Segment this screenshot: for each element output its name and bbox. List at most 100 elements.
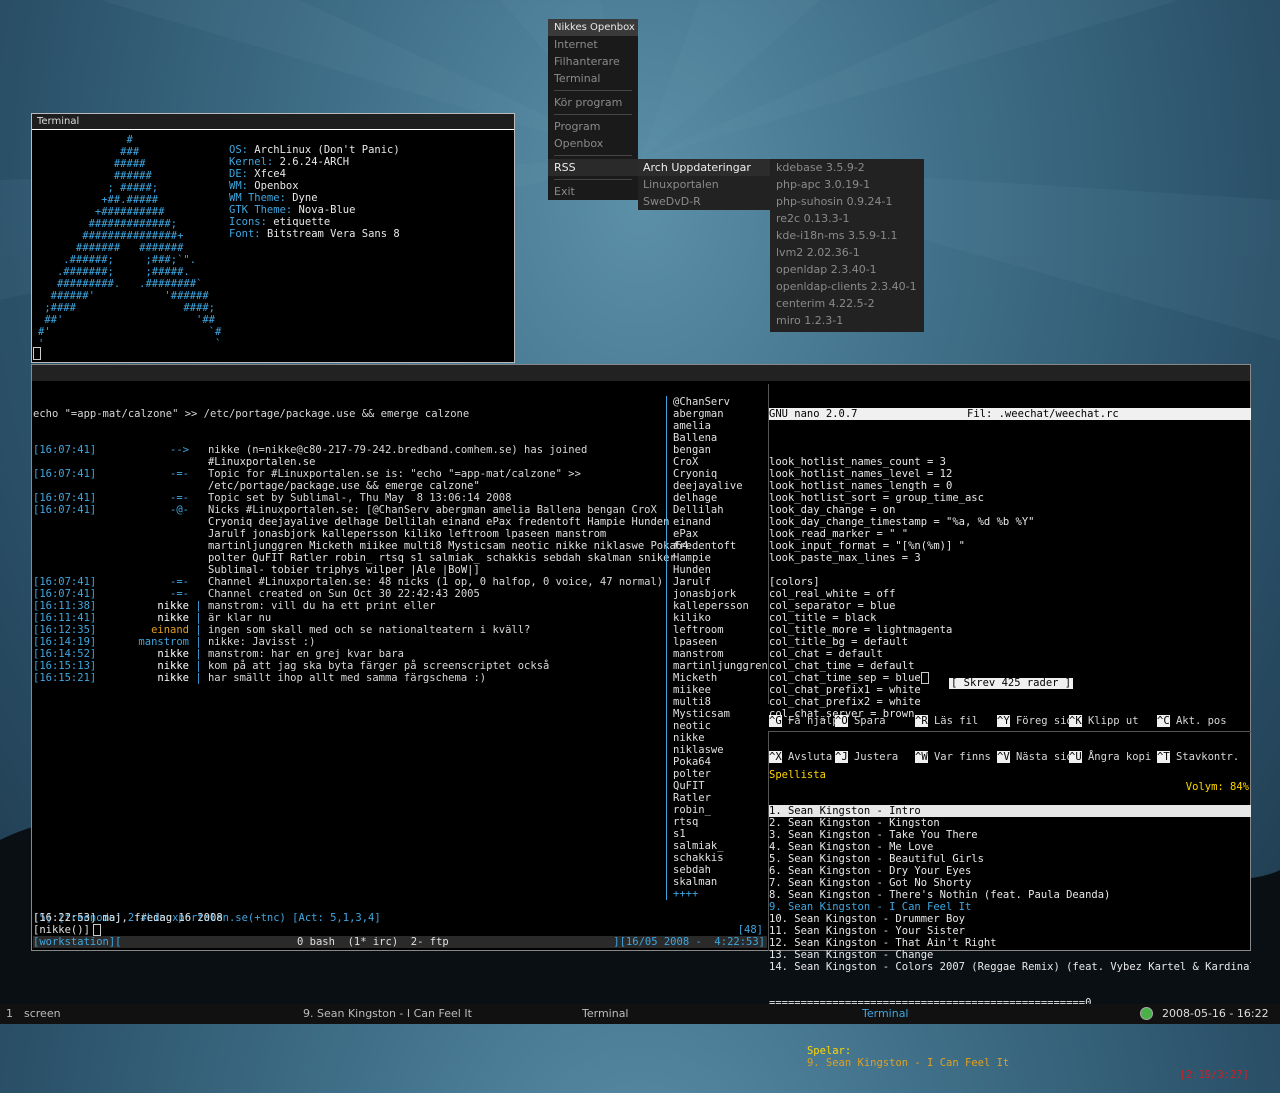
clock-icon[interactable] [1140, 1007, 1153, 1020]
nicklist-item[interactable]: Ballena [667, 432, 769, 444]
nicklist-item[interactable]: lpaseen [667, 636, 769, 648]
nicklist-item[interactable]: Poka64 [667, 756, 769, 768]
arch-update-item[interactable]: centerim 4.22.5-2 [770, 295, 924, 312]
nicklist-item[interactable]: Cryoniq [667, 468, 769, 480]
menu-item[interactable]: Exit [548, 183, 638, 200]
openbox-root-menu[interactable]: Nikkes Openbox Internet Filhanterare Termi… [548, 19, 638, 200]
arch-update-item[interactable]: php-suhosin 0.9.24-1 [770, 193, 924, 210]
terminal-titlebar[interactable] [32, 365, 1250, 381]
playlist-item[interactable]: 1. Sean Kingston - Intro [769, 805, 1251, 817]
playlist-item[interactable]: 8. Sean Kingston - There's Nothin (feat.… [769, 889, 1251, 901]
nicklist-item[interactable]: martinljunggren [667, 660, 769, 672]
irc-nick[interactable]: nikke [157, 600, 189, 612]
nicklist-item[interactable]: delhage [667, 492, 769, 504]
irc-nick[interactable]: nikke [157, 660, 189, 672]
playlist-item[interactable]: 11. Sean Kingston - Your Sister [769, 925, 1251, 937]
desktop-number[interactable]: 1 [6, 1004, 13, 1024]
playlist-item[interactable]: 4. Sean Kingston - Me Love [769, 841, 1251, 853]
irc-nick[interactable]: manstrom [138, 636, 189, 648]
music-player-pane[interactable]: Spellista Volym: 84% 1. Sean Kingston - … [768, 731, 1251, 1081]
nicklist-item[interactable]: s1 [667, 828, 769, 840]
nicklist-item[interactable]: rtsq [667, 816, 769, 828]
menu-item[interactable]: RSS [548, 159, 638, 176]
taskbar-task-terminal-active[interactable]: Terminal [862, 1004, 909, 1024]
nicklist-item[interactable]: fredentoft [667, 540, 769, 552]
taskbar-task-terminal[interactable]: Terminal [582, 1004, 629, 1024]
rss-menu-item[interactable]: Linuxportalen [638, 176, 770, 193]
menu-item[interactable]: Filhanterare [548, 53, 638, 70]
irc-nicklist[interactable]: @ChanServ abergman amelia Ballena bengan CroX… [666, 396, 769, 904]
nicklist-item[interactable]: Dellilah [667, 504, 769, 516]
nicklist-item[interactable]: Hampie [667, 552, 769, 564]
screen-window-list[interactable]: 0 bash (1* irc) 2- ftp [297, 936, 449, 948]
nicklist-item[interactable]: nikke [667, 732, 769, 744]
arch-update-item[interactable]: miro 1.2.3-1 [770, 312, 924, 329]
taskbar[interactable]: 1 screen 9. Sean Kingston - I Can Feel I… [0, 1004, 1280, 1024]
nicklist-item[interactable]: kiliko [667, 612, 769, 624]
taskbar-task-player[interactable]: 9. Sean Kingston - I Can Feel It [303, 1004, 472, 1024]
arch-update-item[interactable]: lvm2 2.02.36-1 [770, 244, 924, 261]
nicklist-item[interactable]: leftroom [667, 624, 769, 636]
playlist-item[interactable]: 14. Sean Kingston - Colors 2007 (Reggae … [769, 961, 1251, 973]
menu-item[interactable]: Openbox [548, 135, 638, 152]
nicklist-item[interactable]: sebdah [667, 864, 769, 876]
nicklist-item[interactable]: skalman [667, 876, 769, 888]
nicklist-item[interactable]: Ratler [667, 792, 769, 804]
playlist[interactable]: 1. Sean Kingston - Intro 2. Sean Kingston… [769, 805, 1251, 973]
screen-terminal-window[interactable]: echo "=app-mat/calzone" >> /etc/portage/… [31, 364, 1251, 1081]
nicklist-item[interactable]: Micketh [667, 672, 769, 684]
nicklist-item[interactable]: ++++ [667, 888, 769, 900]
arch-updates-submenu[interactable]: kdebase 3.5.9-2 php-apc 3.0.19-1 php-suhos… [770, 159, 924, 332]
nicklist-item[interactable]: miikee [667, 684, 769, 696]
nicklist-item[interactable]: niklaswe [667, 744, 769, 756]
rss-menu-item[interactable]: Arch Uppdateringar [638, 159, 770, 176]
irc-nick[interactable]: nikke [157, 648, 189, 660]
menu-item[interactable]: Internet [548, 36, 638, 53]
screen-statusbar[interactable]: [workstation][ 0 bash (1* irc) 2- ftp ][… [33, 936, 767, 948]
arch-update-item[interactable]: re2c 0.13.3-1 [770, 210, 924, 227]
nicklist-item[interactable]: Jarulf [667, 576, 769, 588]
nicklist-item[interactable]: jonasbjork [667, 588, 769, 600]
nicklist-item[interactable]: einand [667, 516, 769, 528]
playlist-item[interactable]: 5. Sean Kingston - Beautiful Girls [769, 853, 1251, 865]
playlist-item[interactable]: 9. Sean Kingston - I Can Feel It [769, 901, 1251, 913]
playlist-item[interactable]: 3. Sean Kingston - Take You There [769, 829, 1251, 841]
playlist-item[interactable]: 2. Sean Kingston - Kingston [769, 817, 1251, 829]
playlist-item[interactable]: 10. Sean Kingston - Drummer Boy [769, 913, 1251, 925]
nicklist-item[interactable]: robin_ [667, 804, 769, 816]
playlist-item[interactable]: 7. Sean Kingston - Got No Shorty [769, 877, 1251, 889]
nicklist-item[interactable]: manstrom [667, 648, 769, 660]
nicklist-item[interactable]: bengan [667, 444, 769, 456]
arch-update-item[interactable]: openldap 2.3.40-1 [770, 261, 924, 278]
nicklist-item[interactable]: polter [667, 768, 769, 780]
playlist-item[interactable]: 12. Sean Kingston - That Ain't Right [769, 937, 1251, 949]
arch-update-item[interactable]: kde-i18n-ms 3.5.9-1.1 [770, 227, 924, 244]
nicklist-item[interactable]: @ChanServ [667, 396, 769, 408]
nicklist-item[interactable]: salmiak_ [667, 840, 769, 852]
menu-item[interactable]: Program [548, 118, 638, 135]
menu-item[interactable]: Terminal [548, 70, 638, 87]
taskbar-clock[interactable]: 2008-05-16 - 16:22 [1162, 1004, 1269, 1024]
nicklist-item[interactable]: schakkis [667, 852, 769, 864]
nicklist-item[interactable]: Mysticsam [667, 708, 769, 720]
nicklist-item[interactable]: multi8 [667, 696, 769, 708]
nicklist-item[interactable]: Hunden [667, 564, 769, 576]
nicklist-item[interactable]: amelia [667, 420, 769, 432]
nicklist-item[interactable]: neotic [667, 720, 769, 732]
menu-item[interactable]: Kör program [548, 94, 638, 111]
nicklist-item[interactable]: QuFIT [667, 780, 769, 792]
taskbar-task-screen[interactable]: screen [24, 1004, 61, 1024]
playlist-item[interactable]: 13. Sean Kingston - Change [769, 949, 1251, 961]
terminal-title[interactable]: Terminal [32, 114, 514, 130]
nicklist-item[interactable]: CroX [667, 456, 769, 468]
irc-nick[interactable]: nikke [157, 612, 189, 624]
irc-input-field[interactable]: [nikke()] [33, 924, 101, 936]
irc-nick[interactable]: nikke [157, 672, 189, 684]
irc-nick[interactable]: einand [151, 624, 189, 636]
nicklist-item[interactable]: abergman [667, 408, 769, 420]
rss-menu-item[interactable]: SweDvD-R [638, 193, 770, 210]
nano-editor-pane[interactable]: GNU nano 2.0.7 Fil: .weechat/weechat.rc l… [768, 384, 1251, 763]
arch-update-item[interactable]: openldap-clients 2.3.40-1 [770, 278, 924, 295]
nicklist-item[interactable]: deejayalive [667, 480, 769, 492]
nicklist-item[interactable]: kallepersson [667, 600, 769, 612]
